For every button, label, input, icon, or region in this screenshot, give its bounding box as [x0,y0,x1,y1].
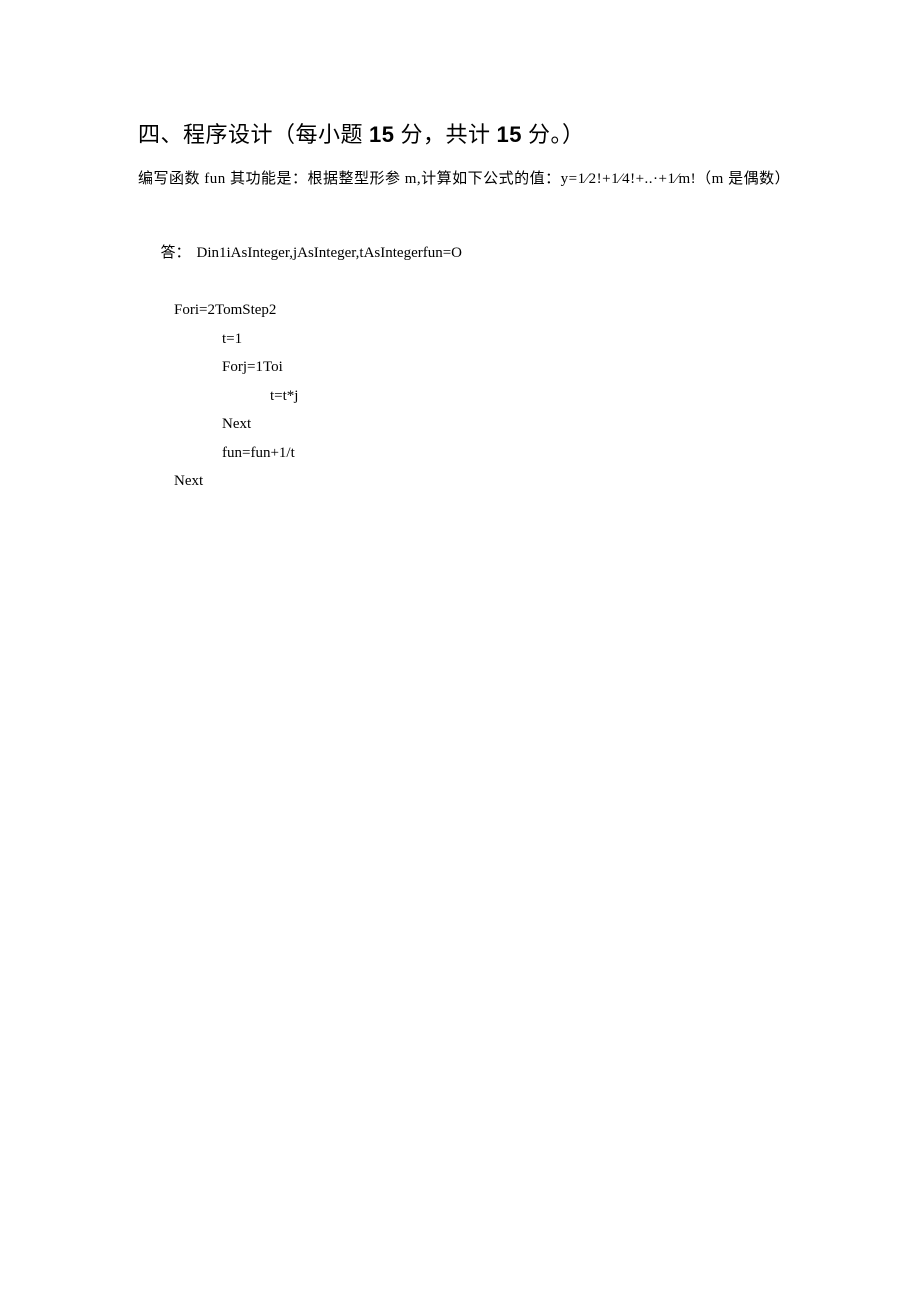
answer-line-4: t=t*j [138,382,790,411]
code-line: t=t*j [270,388,298,404]
code-line: Next [222,416,251,432]
answer-line-2: t=1 [138,325,790,354]
answer-line-7: Next [138,467,790,496]
answer-label: 答： [161,239,197,268]
code-line: fun=fun+1/t [222,445,295,461]
answer-line-1: Fori=2TomStep2 [138,296,790,325]
heading-points-1: 15 [369,122,394,147]
answer-line-0: 答：Din1iAsInteger,jAsInteger,tAsIntegerfu… [138,211,790,297]
code-line: Fori=2TomStep2 [174,302,276,318]
code-line: Next [174,473,203,489]
answer-line-6: fun=fun+1/t [138,439,790,468]
heading-prefix: 四、程序设计（每小题 [138,122,369,147]
code-line: Forj=1Toi [222,359,283,375]
answer-line-5: Next [138,410,790,439]
document-page: 四、程序设计（每小题 15 分，共计 15 分。） 编写函数 fun 其功能是：… [0,0,920,496]
problem-statement: 编写函数 fun 其功能是：根据整型形参 m,计算如下公式的值：y=1⁄2!+1… [138,167,790,191]
answer-block: 答：Din1iAsInteger,jAsInteger,tAsIntegerfu… [138,211,790,496]
code-line: Din1iAsInteger,jAsInteger,tAsIntegerfun=… [197,245,463,261]
heading-mid: 分，共计 [395,122,497,147]
answer-line-3: Forj=1Toi [138,353,790,382]
heading-suffix: 分。） [522,122,585,147]
section-heading: 四、程序设计（每小题 15 分，共计 15 分。） [138,120,790,151]
heading-points-2: 15 [497,122,522,147]
code-line: t=1 [222,331,242,347]
